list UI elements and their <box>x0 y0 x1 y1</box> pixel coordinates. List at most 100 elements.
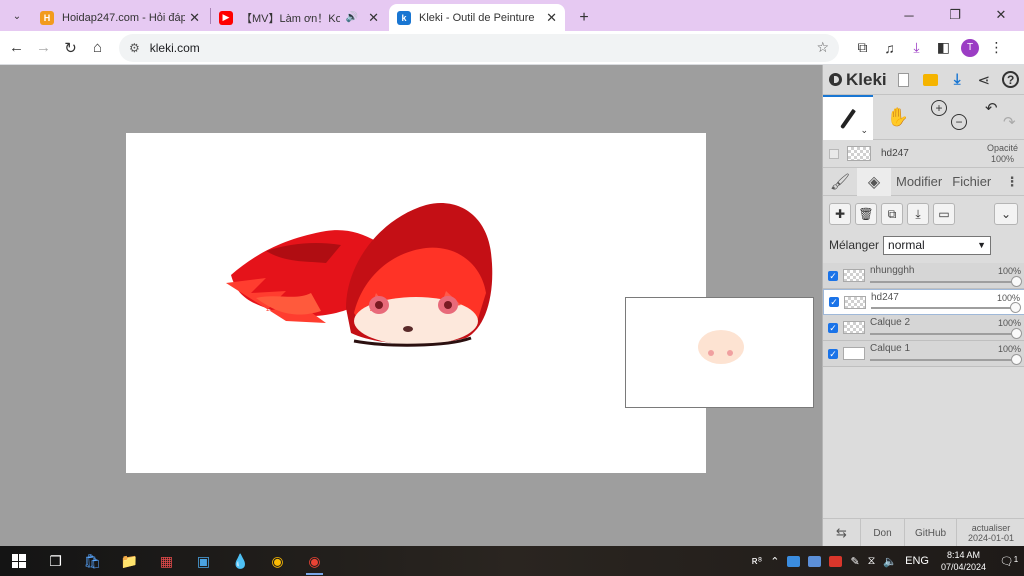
tab-search-button[interactable]: ⌄ <box>6 5 28 27</box>
layer-visibility-checkbox[interactable]: ✓ <box>829 297 839 307</box>
speaker-icon[interactable]: 🔊 <box>346 12 358 23</box>
notification-count: 1 <box>1013 554 1019 564</box>
close-icon[interactable]: ✕ <box>189 10 200 26</box>
chrome-button[interactable]: ◉ <box>259 546 296 576</box>
tab-brush-settings[interactable]: 🖌 <box>823 168 857 196</box>
layer-visibility-checkbox[interactable]: ✓ <box>828 322 838 333</box>
new-tab-button[interactable]: + <box>573 4 595 31</box>
slider-knob[interactable] <box>1010 302 1021 313</box>
brush-tool-button[interactable]: ⌄ <box>823 95 873 140</box>
zoom-out-icon[interactable]: − <box>951 114 967 130</box>
browser-tab-kleki[interactable]: k Kleki - Outil de Peinture ✕ <box>389 4 565 31</box>
layer-name: Calque 1 <box>870 343 911 354</box>
back-button[interactable]: ← <box>3 34 30 62</box>
redo-icon[interactable]: ↷ <box>1003 113 1016 131</box>
panel-tabs: 🖌 ◈ Modifier Fichier ⋮ <box>823 167 1024 196</box>
store-button[interactable]: 🛍 <box>74 546 111 576</box>
restore-icon[interactable]: ❐ <box>932 0 978 30</box>
close-icon[interactable]: ✕ <box>546 10 557 26</box>
layer-item-nhungghh[interactable]: ✓ nhungghh 100% <box>823 263 1024 289</box>
layer-opacity-slider[interactable] <box>870 281 1015 283</box>
menu-kebab-icon[interactable]: ⋮ <box>983 34 1010 61</box>
close-window-icon[interactable]: ✕ <box>978 0 1024 30</box>
file-explorer-button[interactable]: 📁 <box>111 546 148 576</box>
tab-edit[interactable]: Modifier <box>891 168 947 196</box>
folder-icon: 📁 <box>120 552 139 569</box>
tab-file[interactable]: Fichier <box>947 168 996 196</box>
downloads-icon[interactable]: ⤓ <box>903 34 930 61</box>
rename-layer-button[interactable]: ▭ <box>933 203 955 225</box>
donate-link[interactable]: Don <box>861 519 905 547</box>
paint-app-button[interactable]: 💧 <box>222 546 259 576</box>
layer-menu-dropdown[interactable]: ⌄ <box>994 203 1018 225</box>
layer-item-calque-2[interactable]: ✓ Calque 2 100% <box>823 315 1024 341</box>
kleki-logo[interactable]: Kleki <box>829 70 890 90</box>
task-view-button[interactable]: ❐ <box>37 546 74 576</box>
layer-item-hd247[interactable]: ✓ hd247 100% <box>823 289 1024 315</box>
tray-chevron-icon[interactable]: ⌃ <box>770 555 779 568</box>
delete-layer-button[interactable]: 🗑 <box>855 203 877 225</box>
drawing-workspace[interactable] <box>0 65 822 546</box>
language-indicator[interactable]: ENG <box>905 555 929 567</box>
preview-navigator[interactable] <box>625 297 814 408</box>
swap-side-button[interactable]: ⇆ <box>823 519 861 547</box>
browser-tab-youtube[interactable]: ▶ 【MV】Làm ơn！Kon-Kon Ol 🔊 ✕ <box>211 4 387 31</box>
bookmark-star-icon[interactable]: ☆ <box>816 39 829 56</box>
slider-knob[interactable] <box>1011 276 1022 287</box>
update-link[interactable]: actualiser 2024-01-01 <box>957 519 1024 547</box>
tray-app-icon-1[interactable] <box>787 555 801 567</box>
minimize-icon[interactable]: ─ <box>886 0 932 30</box>
app-button-1[interactable]: ▦ <box>148 546 185 576</box>
panel-footer: ⇆ Don GitHub actualiser 2024-01-01 <box>823 518 1024 547</box>
browser-tab-hoidap[interactable]: H Hoidap247.com - Hỏi đáp bài tập ✕ <box>32 4 208 31</box>
notification-center-button[interactable]: 🗨 1 <box>994 555 1024 568</box>
extensions-puzzle-icon[interactable]: ⧉ <box>849 34 876 61</box>
home-button[interactable]: ⌂ <box>84 34 111 62</box>
trash-icon: 🗑 <box>858 207 874 221</box>
feather-icon[interactable]: ✎ <box>850 555 859 568</box>
speaker-icon[interactable]: 🔈 <box>883 555 897 568</box>
people-icon[interactable]: ʀ⁸ <box>752 555 763 567</box>
blend-mode-select[interactable]: normal ▼ <box>883 235 992 255</box>
slider-knob[interactable] <box>1011 354 1022 365</box>
layer-opacity-slider[interactable] <box>870 359 1015 361</box>
undo-icon[interactable]: ↶ <box>985 99 998 117</box>
more-options-button[interactable]: ⋮ <box>1000 168 1024 196</box>
close-icon[interactable]: ✕ <box>368 10 379 26</box>
share-button[interactable]: ⋖ <box>971 66 998 94</box>
side-panel-icon[interactable]: ◧ <box>930 34 957 61</box>
layer-opacity-slider[interactable] <box>870 333 1015 335</box>
network-icon[interactable]: ⧖ <box>868 555 876 568</box>
layer-visibility-checkbox[interactable]: ✓ <box>828 348 838 359</box>
tray-app-icon-3[interactable] <box>829 555 843 567</box>
drawing-canvas[interactable] <box>126 133 706 473</box>
clock[interactable]: 8:14 AM 07/04/2024 <box>941 549 986 573</box>
address-bar[interactable]: ⚙ kleki.com ☆ <box>119 33 839 62</box>
site-info-icon[interactable]: ⚙ <box>129 41 140 55</box>
new-image-button[interactable] <box>890 66 917 94</box>
layer-opacity-slider[interactable] <box>871 307 1014 309</box>
help-button[interactable]: ? <box>997 66 1024 94</box>
hand-tool-button[interactable]: ✋ <box>873 95 923 140</box>
app-button-2[interactable]: ▣ <box>185 546 222 576</box>
zoom-in-icon[interactable]: + <box>931 100 947 116</box>
tray-app-icon-2[interactable] <box>808 555 822 567</box>
start-button[interactable] <box>0 546 37 576</box>
profile-avatar[interactable]: T <box>961 38 979 57</box>
reload-button[interactable]: ↻ <box>57 34 84 62</box>
chrome-profile-button[interactable]: ◉ <box>296 546 333 576</box>
save-image-button[interactable]: ⤓ <box>944 66 971 94</box>
duplicate-layer-button[interactable]: ⧉ <box>881 203 903 225</box>
layer-visibility-checkbox[interactable]: ✓ <box>828 270 838 281</box>
open-image-button[interactable] <box>917 66 944 94</box>
slider-knob[interactable] <box>1011 328 1022 339</box>
browser-toolbar: ← → ↻ ⌂ ⚙ kleki.com ☆ ⧉ ♫ ⤓ ◧ T ⋮ <box>0 31 1024 65</box>
add-layer-button[interactable]: ✚ <box>829 203 851 225</box>
media-controls-icon[interactable]: ♫ <box>876 34 903 61</box>
layer-item-calque-1[interactable]: ✓ Calque 1 100% <box>823 341 1024 367</box>
forward-button[interactable]: → <box>30 34 57 62</box>
tab-layers[interactable]: ◈ <box>857 167 891 196</box>
merge-layer-button[interactable]: ⤓ <box>907 203 929 225</box>
blend-mode-row: Mélanger normal ▼ <box>823 232 1024 258</box>
github-link[interactable]: GitHub <box>905 519 957 547</box>
